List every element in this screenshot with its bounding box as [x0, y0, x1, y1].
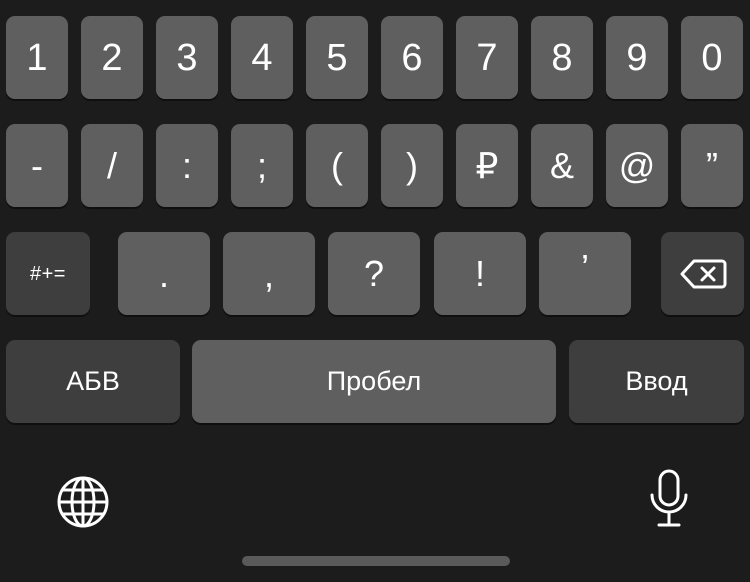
key-label: &: [549, 144, 574, 186]
key-label: 5: [326, 36, 348, 79]
key-label: 7: [476, 36, 498, 79]
key-8[interactable]: 8: [531, 16, 593, 99]
key-ruble[interactable]: ₽: [456, 124, 518, 207]
key-label: 0: [701, 36, 723, 79]
key-label: 9: [626, 36, 648, 79]
key-label: !: [474, 252, 485, 294]
key-label: Ввод: [625, 366, 688, 396]
key-label: 2: [101, 36, 123, 79]
key-label: ”: [706, 144, 718, 186]
key-question[interactable]: ?: [328, 232, 420, 315]
key-0[interactable]: 0: [681, 16, 743, 99]
backspace-key[interactable]: [661, 232, 744, 315]
key-label: ;: [256, 144, 267, 186]
microphone-button[interactable]: [638, 466, 700, 532]
key-label: -: [31, 144, 43, 186]
key-2[interactable]: 2: [81, 16, 143, 99]
key-3[interactable]: 3: [156, 16, 218, 99]
key-label: ?: [363, 252, 385, 294]
key-label: @: [618, 144, 656, 186]
key-5[interactable]: 5: [306, 16, 368, 99]
space-key[interactable]: Пробел: [192, 340, 556, 423]
key-comma[interactable]: ,: [223, 232, 315, 315]
key-label: .: [158, 254, 169, 295]
key-ampersand[interactable]: &: [531, 124, 593, 207]
key-colon[interactable]: :: [156, 124, 218, 207]
key-open-paren[interactable]: (: [306, 124, 368, 207]
microphone-icon: [647, 468, 691, 530]
key-label: :: [181, 144, 192, 186]
key-label: 6: [401, 36, 423, 79]
key-label: 3: [176, 36, 198, 79]
key-apostrophe[interactable]: ’: [539, 232, 631, 315]
key-1[interactable]: 1: [6, 16, 68, 99]
key-label: /: [106, 144, 117, 186]
keyboard: 1 2 3 4 5 6 7 8 9 0 - / : ; ( ) ₽ & @ ” …: [0, 0, 750, 582]
key-label: #+=: [30, 262, 66, 285]
key-semicolon[interactable]: ;: [231, 124, 293, 207]
key-label: 1: [26, 36, 48, 79]
key-exclamation[interactable]: !: [434, 232, 526, 315]
key-close-paren[interactable]: ): [381, 124, 443, 207]
key-7[interactable]: 7: [456, 16, 518, 99]
key-6[interactable]: 6: [381, 16, 443, 99]
key-label: АБВ: [66, 366, 120, 396]
more-symbols-key[interactable]: #+=: [6, 232, 90, 315]
key-label: ): [406, 144, 418, 186]
delete-left-icon: [679, 258, 727, 290]
key-9[interactable]: 9: [606, 16, 668, 99]
globe-button[interactable]: [50, 472, 116, 532]
return-key[interactable]: Ввод: [569, 340, 744, 423]
key-label: 8: [551, 36, 573, 79]
globe-icon: [55, 474, 111, 530]
key-quote[interactable]: ”: [681, 124, 743, 207]
key-label: (: [331, 144, 343, 186]
home-indicator: [242, 556, 510, 566]
alphabet-key[interactable]: АБВ: [6, 340, 180, 423]
key-label: ₽: [475, 144, 499, 186]
key-period[interactable]: .: [118, 232, 210, 315]
key-4[interactable]: 4: [231, 16, 293, 99]
key-label: Пробел: [326, 366, 422, 396]
key-slash[interactable]: /: [81, 124, 143, 207]
key-label: ,: [263, 254, 274, 295]
key-label: ’: [581, 247, 589, 288]
key-at[interactable]: @: [606, 124, 668, 207]
key-hyphen[interactable]: -: [6, 124, 68, 207]
key-label: 4: [251, 36, 273, 79]
